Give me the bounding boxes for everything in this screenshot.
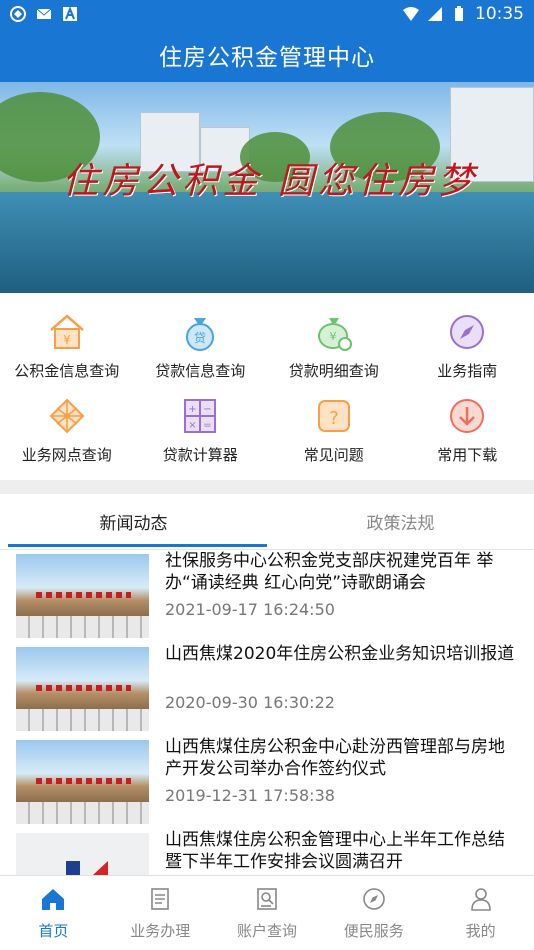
menu-item-label: 业务指南 [437,362,498,380]
menu-item-faq[interactable]: ? 常见问题 [267,384,401,468]
compass-icon [362,888,385,910]
list-item[interactable]: 山西焦煤住房公积金中心赴汾西管理部与房地产开发公司举办合作签约仪式 2019-1… [0,736,534,829]
nav-label: 首页 [38,922,69,940]
svg-text:+: + [189,404,197,415]
svg-text:¥: ¥ [329,330,336,343]
menu-item-branches[interactable]: 业务网点查询 [0,384,134,468]
list-item[interactable]: 山西焦煤住房公积金管理中心上半年工作总结暨下半年工作安排会议圆满召开 [0,829,534,875]
section-divider [0,480,534,494]
nav-home[interactable]: 首页 [0,876,107,950]
menu-item-loan-detail[interactable]: ¥ 贷款明细查询 [267,300,401,384]
nav-mine[interactable]: 我的 [427,876,534,950]
banner-carousel[interactable]: 住房公积金 圆您住房梦 [0,82,534,293]
news-title: 山西焦煤住房公积金中心赴汾西管理部与房地产开发公司举办合作签约仪式 [165,737,505,779]
menu-item-label: 贷款明细查询 [288,362,379,380]
question-icon: ? [317,400,350,432]
menu-item-label: 常见问题 [303,446,364,464]
news-date: 2019-12-31 17:58:38 [165,786,335,805]
status-time: 10:35 [475,4,524,24]
list-item[interactable]: 山西焦煤2020年住房公积金业务知识培训报道 2020-09-30 16:30:… [0,643,534,736]
menu-item-fund-info[interactable]: ¥ 公积金信息查询 [0,300,134,384]
menu-item-calculator[interactable]: + − × = 贷款计算器 [134,384,268,468]
menu-item-label: 贷款信息查询 [155,362,246,380]
menu-item-downloads[interactable]: 常用下载 [401,384,534,468]
loan-bag-icon: 贷 [186,318,215,351]
tab-news[interactable]: 新闻动态 [0,494,267,549]
account-search-icon [257,888,277,910]
nav-label: 我的 [465,922,496,940]
menu-item-label: 贷款计算器 [162,446,238,464]
svg-text:×: × [189,420,197,431]
banner-slogan: 住房公积金 圆您住房梦 [62,161,478,202]
nav-label: 账户查询 [236,922,297,940]
bottom-navigation: 首页 业务办理 账户查询 便民服务 我的 [0,875,534,950]
battery-icon [455,6,463,21]
nav-services[interactable]: 便民服务 [320,876,427,950]
company-logo-icon [66,861,108,875]
svg-text:=: = [204,420,212,431]
wifi-icon [403,7,419,21]
svg-text:?: ? [329,408,339,429]
menu-item-label: 常用下载 [437,446,498,464]
tab-policy[interactable]: 政策法规 [267,494,534,549]
nav-label: 业务办理 [130,922,191,940]
news-thumbnail [16,647,149,731]
calculator-icon: + −× = [184,399,217,433]
app-notification-icon [10,6,26,22]
svg-text:−: − [204,404,212,415]
page-title: 住房公积金管理中心 [159,45,375,71]
house-yen-icon: ¥ [49,314,84,349]
menu-item-guide[interactable]: 业务指南 [401,300,534,384]
news-thumbnail [16,833,149,875]
svg-text:贷: 贷 [194,331,206,345]
nav-account[interactable]: 账户查询 [214,876,321,950]
news-title: 山西焦煤2020年住房公积金业务知识培训报道 [165,644,515,664]
money-bag-icon: ¥ [317,318,352,351]
news-tabs: 新闻动态 政策法规 [0,494,534,550]
status-bar: 10:35 [0,0,534,28]
menu-item-label: 公积金信息查询 [14,362,120,380]
network-icon [49,398,85,434]
function-grid: ¥ 公积金信息查询 贷 贷款信息查询 ¥ 贷款明细查询 业务指南 业务网点查询 … [0,300,534,480]
news-thumbnail [16,740,149,824]
compass-icon [450,315,485,349]
news-date: 2021-09-17 16:24:50 [165,600,335,619]
news-title: 山西焦煤住房公积金管理中心上半年工作总结暨下半年工作安排会议圆满召开 [165,830,505,872]
news-thumbnail [16,554,149,638]
home-icon [42,889,65,910]
news-title: 社保服务中心公积金党支部庆祝建党百年 举办“诵读经典 红心向党”诗歌朗诵会 [165,551,494,593]
person-icon [470,888,491,911]
mail-notification-icon [36,8,52,19]
app-header: 住房公积金管理中心 [0,28,534,82]
nav-business[interactable]: 业务办理 [107,876,214,950]
download-icon [450,399,485,433]
list-item[interactable]: 社保服务中心公积金党支部庆祝建党百年 举办“诵读经典 红心向党”诗歌朗诵会 20… [0,550,534,643]
signal-icon [428,7,442,21]
banner-water [0,192,534,293]
news-list: 社保服务中心公积金党支部庆祝建党百年 举办“诵读经典 红心向党”诗歌朗诵会 20… [0,548,534,875]
nav-label: 便民服务 [343,922,404,940]
menu-item-label: 业务网点查询 [21,446,112,464]
document-icon [151,888,169,910]
menu-item-loan-info[interactable]: 贷 贷款信息查询 [134,300,268,384]
svg-text:¥: ¥ [63,333,71,347]
a-notification-icon [63,6,77,21]
news-date: 2020-09-30 16:30:22 [165,693,335,712]
